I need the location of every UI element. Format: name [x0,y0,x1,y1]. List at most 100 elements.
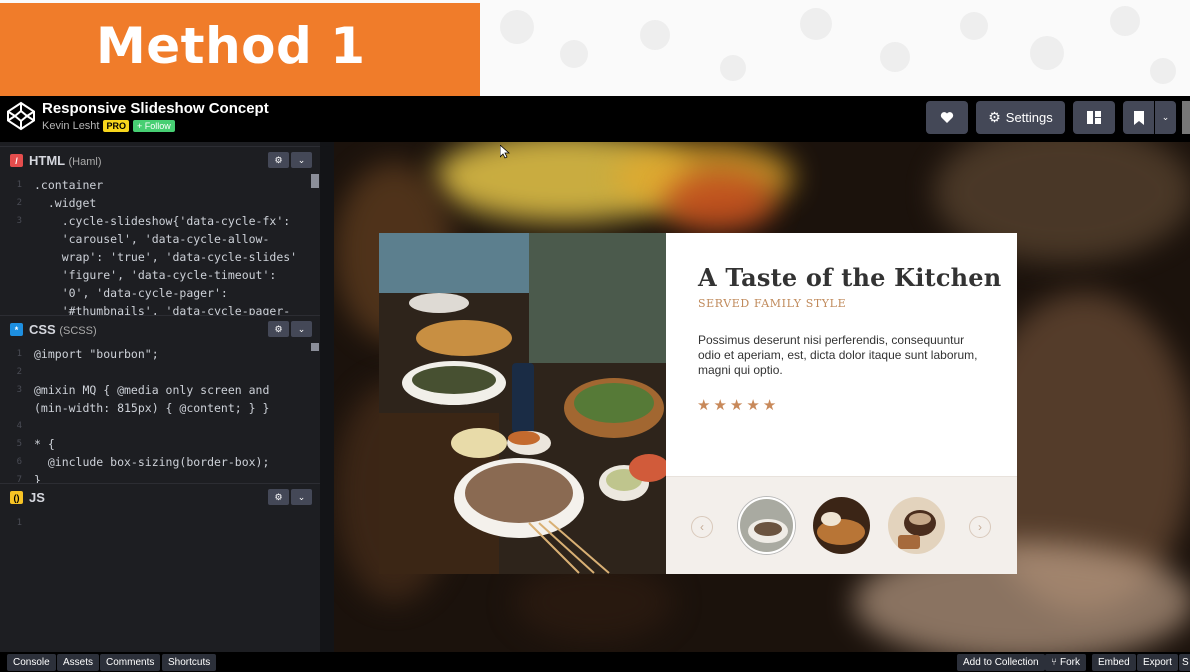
slide-title: A Taste of the Kitchen [698,263,1002,292]
slideshow-card: A Taste of the Kitchen SERVED FAMILY STY… [379,233,1017,574]
thumbnail-3[interactable] [888,497,945,554]
code-line: } [34,473,41,483]
line-number: 3 [16,216,22,226]
star-icon: ★ [713,397,727,414]
line-number: 4 [16,421,22,431]
line-number: 7 [16,475,22,483]
assets-button[interactable]: Assets [57,654,100,671]
css-pane-lang: (SCSS) [59,325,97,337]
css-code-editor[interactable]: 1 @import "bourbon"; 2 3 @mixin MQ { @media … [0,347,314,483]
star-icon: ★ [729,397,744,414]
fork-icon: ⑂ [1051,657,1057,668]
chevron-down-icon: ⌄ [297,154,306,165]
thumbnail-image [740,499,793,552]
slide-description: Possimus deserunt nisi perferendis, cons… [698,333,978,377]
embed-button[interactable]: Embed [1092,654,1136,671]
thumbnail-image [888,497,945,554]
gear-icon: ⚙ [274,154,283,165]
code-line: @mixin MQ { @media only screen and [34,383,270,397]
chevron-down-icon: ⌄ [297,491,306,502]
pen-author-row: Kevin Lesht PRO + Follow [42,120,175,132]
gear-icon: ⚙ [274,323,283,334]
line-number: 1 [16,518,22,528]
code-line: @import "bourbon"; [34,347,159,361]
code-line: 'figure', 'data-cycle-timeout': [34,268,277,282]
fork-label: Fork [1060,657,1080,668]
console-button[interactable]: Console [7,654,56,671]
css-icon: * [10,323,23,336]
mouse-cursor-icon [500,145,510,159]
star-icon: ★ [762,397,777,414]
screenshot: Method 1 Responsive Slideshow Concept Ke… [0,0,1190,672]
share-button[interactable]: S [1179,654,1190,671]
next-slide-button[interactable]: › [969,516,991,538]
author-name[interactable]: Kevin Lesht [42,120,99,132]
add-to-collection-button[interactable]: Add to Collection [957,654,1045,671]
code-line: (min-width: 815px) { @content; } } [34,401,270,415]
css-pane-title: CSS [29,322,56,337]
line-number: 6 [16,457,22,467]
pen-title[interactable]: Responsive Slideshow Concept [42,100,269,117]
html-scrollbar[interactable] [311,174,319,188]
html-code-editor[interactable]: 1 .container 2 .widget 3 .cycle-slideshow{'… [0,178,314,318]
pro-badge: PRO [103,120,129,132]
avatar[interactable] [1182,101,1190,134]
resize-handle[interactable] [320,142,334,652]
chevron-right-icon: › [978,520,982,534]
html-settings-button[interactable]: ⚙ [268,152,289,168]
bookmark-dropdown[interactable]: ⌄ [1155,101,1176,134]
export-button[interactable]: Export [1137,654,1178,671]
star-rating: ★ ★ ★ ★ ★ [697,398,776,413]
html-pane-header: / HTML (Haml) ⚙ ⌄ [0,146,320,173]
chevron-left-icon: ‹ [700,520,704,534]
code-line: @include box-sizing(border-box); [34,455,270,469]
codepen-header: Responsive Slideshow Concept Kevin Lesht… [0,96,1190,142]
line-number: 5 [16,439,22,449]
thumbnail-pager: ‹ › [666,476,1017,574]
follow-button[interactable]: + Follow [133,120,175,132]
layout-icon [1087,111,1101,124]
css-scrollbar[interactable] [311,343,319,351]
thumbnail-image [813,497,870,554]
method-label: Method 1 [0,3,480,96]
prev-slide-button[interactable]: ‹ [691,516,713,538]
css-pane-header: * CSS (SCSS) ⚙ ⌄ [0,315,320,342]
chevron-down-icon: ⌄ [1161,112,1170,122]
code-line: 'carousel', 'data-cycle-allow- [34,232,270,246]
line-number: 3 [16,385,22,395]
js-code-editor[interactable]: 1 [0,516,314,636]
layout-button[interactable] [1073,101,1115,134]
code-line: '0', 'data-cycle-pager': [34,286,228,300]
code-line: wrap': 'true', 'data-cycle-slides' [34,250,298,264]
code-line: .widget [34,196,97,210]
star-icon: ★ [746,397,760,414]
css-settings-button[interactable]: ⚙ [268,321,289,337]
shortcuts-button[interactable]: Shortcuts [162,654,217,671]
chevron-down-icon: ⌄ [297,323,306,334]
codepen-logo-icon[interactable] [6,101,36,131]
bookmark-icon [1133,110,1144,125]
line-number: 2 [16,367,22,377]
js-collapse-button[interactable]: ⌄ [291,489,312,505]
line-number: 2 [16,198,22,208]
fork-button[interactable]: ⑂ Fork [1045,654,1086,671]
code-line: .cycle-slideshow{'data-cycle-fx': [34,214,291,228]
bookmark-button[interactable] [1123,101,1154,134]
thumbnail-2[interactable] [813,497,870,554]
gear-icon: ⚙ [988,109,1001,125]
html-pane-lang: (Haml) [68,156,102,168]
love-button[interactable] [926,101,968,134]
settings-button[interactable]: ⚙ Settings [976,101,1065,134]
thumbnail-1[interactable] [738,497,795,554]
heart-icon [940,112,954,123]
line-number: 1 [16,349,22,359]
html-icon: / [10,154,23,167]
code-line: .container [34,178,104,192]
method-label-text: Method 1 [96,17,366,75]
food-photo [379,233,666,574]
js-pane-header: () JS ⚙ ⌄ [0,483,320,510]
html-collapse-button[interactable]: ⌄ [291,152,312,168]
css-collapse-button[interactable]: ⌄ [291,321,312,337]
comments-button[interactable]: Comments [100,654,161,671]
js-settings-button[interactable]: ⚙ [268,489,289,505]
